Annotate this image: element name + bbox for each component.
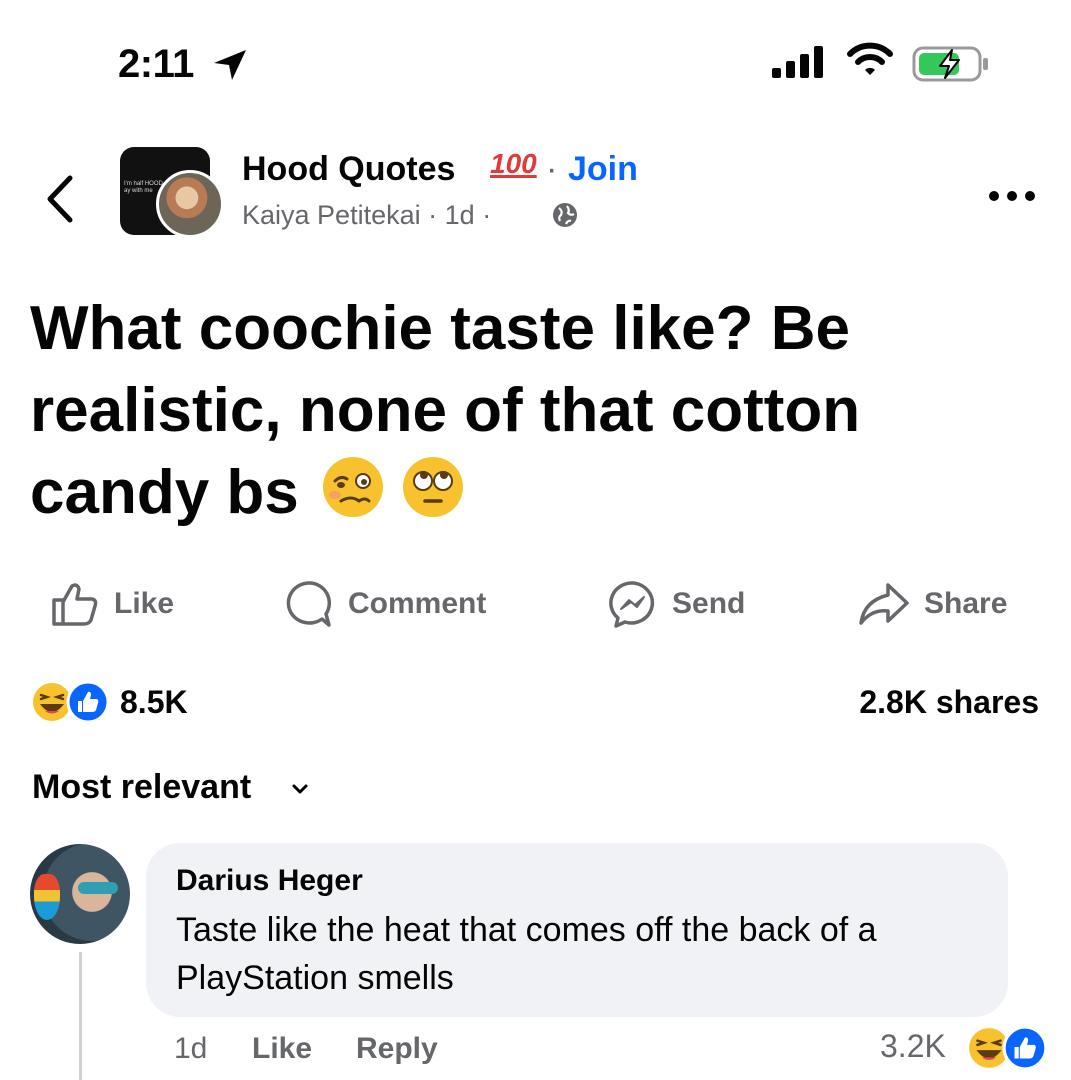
post-reaction-icons[interactable] (30, 680, 110, 724)
meta-separator: · (428, 200, 445, 230)
share-button[interactable]: Share (858, 578, 1007, 630)
commenter-avatar[interactable] (30, 844, 130, 944)
status-time: 2:11 (118, 42, 194, 86)
like-reaction-icon (1002, 1025, 1048, 1071)
comment-label: Comment (348, 587, 487, 620)
like-icon (52, 583, 98, 626)
author-avatar[interactable] (156, 170, 224, 238)
back-chevron-icon[interactable] (42, 174, 76, 224)
post-meta: Kaiya Petitekai · 1d · (242, 200, 491, 231)
cellular-signal-icon (772, 46, 823, 78)
parrot-shape (34, 874, 60, 920)
battery-charging-icon (912, 46, 988, 82)
comment-reaction-icons[interactable] (966, 1025, 1048, 1071)
like-button[interactable]: Like (50, 578, 174, 630)
comment-like-button[interactable]: Like (252, 1032, 312, 1066)
comment-button[interactable]: Comment (284, 578, 486, 630)
send-label: Send (672, 587, 746, 620)
hundred-points-badge: 100 (490, 148, 537, 179)
sunglasses-shape (78, 882, 118, 894)
comment-icon (286, 581, 332, 627)
messenger-icon (609, 581, 655, 628)
share-icon (859, 583, 909, 625)
join-button[interactable]: Join (568, 150, 638, 189)
comment-time: 1d (174, 1032, 208, 1065)
join-separator: · (546, 150, 558, 188)
comment-reaction-count[interactable]: 3.2K (880, 1028, 946, 1065)
chevron-down-icon[interactable] (290, 782, 310, 796)
woozy-face-emoji (322, 457, 383, 517)
like-reaction-icon (66, 680, 110, 724)
reaction-count[interactable]: 8.5K (120, 684, 188, 721)
like-label: Like (114, 587, 175, 620)
commenter-name[interactable]: Darius Heger (176, 864, 363, 898)
group-name[interactable]: Hood Quotes (242, 150, 455, 189)
shares-count[interactable]: 2.8K shares (859, 684, 1039, 721)
wifi-icon (847, 42, 893, 75)
more-options-icon[interactable] (988, 188, 1036, 204)
globe-icon (553, 203, 577, 227)
location-arrow-icon (214, 50, 246, 80)
meta-separator-2: · (482, 200, 492, 230)
post-age: 1d (444, 200, 475, 230)
comment-reply-button[interactable]: Reply (356, 1032, 438, 1066)
author-name[interactable]: Kaiya Petitekai (242, 200, 421, 230)
share-label: Share (924, 587, 1008, 620)
send-button[interactable]: Send (608, 578, 745, 630)
comment-text: Taste like the heat that comes off the b… (176, 911, 877, 997)
thread-line (79, 952, 82, 1080)
eye-roll-emoji (402, 457, 463, 517)
comment-sort-label[interactable]: Most relevant (32, 768, 251, 807)
post-text: What coochie taste like? Be realistic, n… (30, 288, 1030, 534)
